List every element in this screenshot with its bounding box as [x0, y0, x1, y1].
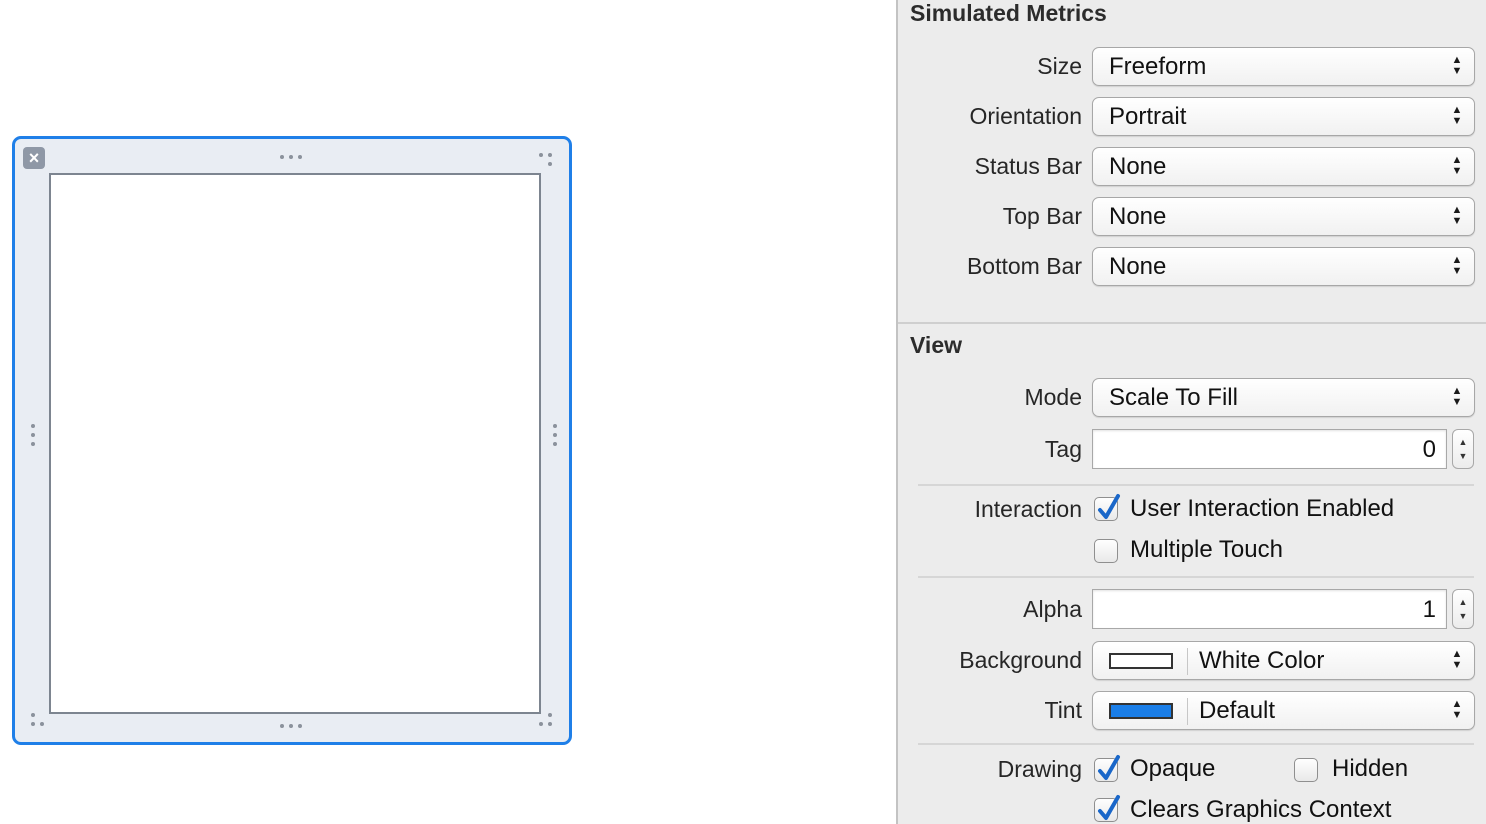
swatch-separator — [1187, 648, 1188, 675]
checkmark-icon — [1098, 494, 1120, 519]
close-icon[interactable]: × — [23, 147, 45, 169]
attributes-inspector: Simulated Metrics Size Freeform ▲ ▼ Orien… — [896, 0, 1486, 824]
opaque-checkbox[interactable] — [1094, 755, 1120, 782]
tint-popup[interactable]: Default ▲ ▼ — [1092, 691, 1475, 730]
resize-handle-bottom-left[interactable] — [31, 713, 45, 727]
background-value: White Color — [1199, 647, 1325, 674]
mode-value: Scale To Fill — [1109, 384, 1238, 411]
bottom-bar-label: Bottom Bar — [966, 253, 1082, 279]
interaction-label: Interaction — [974, 496, 1082, 522]
alpha-stepper[interactable]: ▲ ▼ — [1452, 589, 1474, 629]
resize-handle-bottom[interactable] — [280, 724, 302, 728]
mode-popup[interactable]: Scale To Fill ▲ ▼ — [1092, 378, 1475, 417]
stepper-down-icon[interactable]: ▼ — [1453, 611, 1473, 621]
divider — [918, 576, 1474, 578]
tag-label: Tag — [1044, 436, 1082, 462]
tag-stepper[interactable]: ▲ ▼ — [1452, 429, 1474, 469]
checkmark-icon — [1098, 755, 1120, 780]
resize-handle-top[interactable] — [280, 155, 302, 159]
background-color-swatch[interactable] — [1109, 653, 1173, 669]
clears-graphics-context-label: Clears Graphics Context — [1130, 796, 1392, 823]
size-value: Freeform — [1109, 53, 1207, 80]
orientation-value: Portrait — [1109, 103, 1187, 130]
background-label: Background — [959, 647, 1082, 673]
status-bar-label: Status Bar — [974, 153, 1082, 179]
swatch-separator — [1187, 698, 1188, 725]
hidden-label: Hidden — [1332, 755, 1409, 782]
updown-arrows-icon: ▲ ▼ — [1451, 648, 1463, 671]
top-bar-value: None — [1109, 203, 1167, 230]
hidden-checkbox[interactable] — [1294, 758, 1318, 782]
resize-handle-left[interactable] — [31, 424, 35, 451]
updown-arrows-icon: ▲ ▼ — [1451, 204, 1463, 227]
design-canvas[interactable]: × — [0, 0, 896, 824]
tint-label: Tint — [1044, 697, 1083, 723]
resize-handle-bottom-right[interactable] — [539, 713, 553, 727]
stepper-up-icon[interactable]: ▲ — [1453, 597, 1473, 607]
stepper-down-icon[interactable]: ▼ — [1453, 451, 1473, 461]
view-content-area[interactable] — [49, 173, 541, 714]
multiple-touch-checkbox[interactable] — [1094, 539, 1118, 563]
tag-field[interactable]: 0 — [1092, 429, 1447, 469]
tint-color-swatch[interactable] — [1109, 703, 1173, 719]
top-bar-label: Top Bar — [1002, 203, 1082, 229]
updown-arrows-icon: ▲ ▼ — [1451, 254, 1463, 277]
bottom-bar-popup[interactable]: None ▲ ▼ — [1092, 247, 1475, 286]
view-section-title: View — [910, 332, 962, 358]
alpha-value: 1 — [1422, 596, 1436, 623]
stepper-up-icon[interactable]: ▲ — [1453, 437, 1473, 447]
status-bar-value: None — [1109, 153, 1167, 180]
user-interaction-label: User Interaction Enabled — [1130, 495, 1395, 522]
drawing-label: Drawing — [997, 756, 1082, 782]
alpha-field[interactable]: 1 — [1092, 589, 1447, 629]
orientation-popup[interactable]: Portrait ▲ ▼ — [1092, 97, 1475, 136]
divider — [918, 484, 1474, 486]
tint-value: Default — [1199, 697, 1276, 724]
resize-handle-top-right[interactable] — [539, 153, 553, 167]
updown-arrows-icon: ▲ ▼ — [1451, 698, 1463, 721]
alpha-label: Alpha — [1023, 596, 1082, 622]
simulated-metrics-title: Simulated Metrics — [910, 0, 1107, 26]
updown-arrows-icon: ▲ ▼ — [1451, 104, 1463, 127]
tag-value: 0 — [1422, 436, 1436, 463]
divider — [918, 743, 1474, 745]
resize-handle-right[interactable] — [553, 424, 557, 451]
updown-arrows-icon: ▲ ▼ — [1451, 154, 1463, 177]
bottom-bar-value: None — [1109, 253, 1167, 280]
checkmark-icon — [1098, 795, 1120, 820]
multiple-touch-label: Multiple Touch — [1130, 536, 1283, 563]
clears-graphics-context-checkbox[interactable] — [1094, 795, 1120, 822]
background-popup[interactable]: White Color ▲ ▼ — [1092, 641, 1475, 680]
updown-arrows-icon: ▲ ▼ — [1451, 385, 1463, 408]
status-bar-popup[interactable]: None ▲ ▼ — [1092, 147, 1475, 186]
updown-arrows-icon: ▲ ▼ — [1451, 54, 1463, 77]
size-label: Size — [1037, 53, 1082, 79]
orientation-label: Orientation — [969, 103, 1082, 129]
opaque-label: Opaque — [1130, 755, 1216, 782]
size-popup[interactable]: Freeform ▲ ▼ — [1092, 47, 1475, 86]
user-interaction-checkbox[interactable] — [1094, 494, 1120, 521]
selected-view-frame[interactable]: × — [12, 136, 572, 745]
top-bar-popup[interactable]: None ▲ ▼ — [1092, 197, 1475, 236]
mode-label: Mode — [1024, 384, 1082, 410]
section-separator — [898, 322, 1486, 324]
